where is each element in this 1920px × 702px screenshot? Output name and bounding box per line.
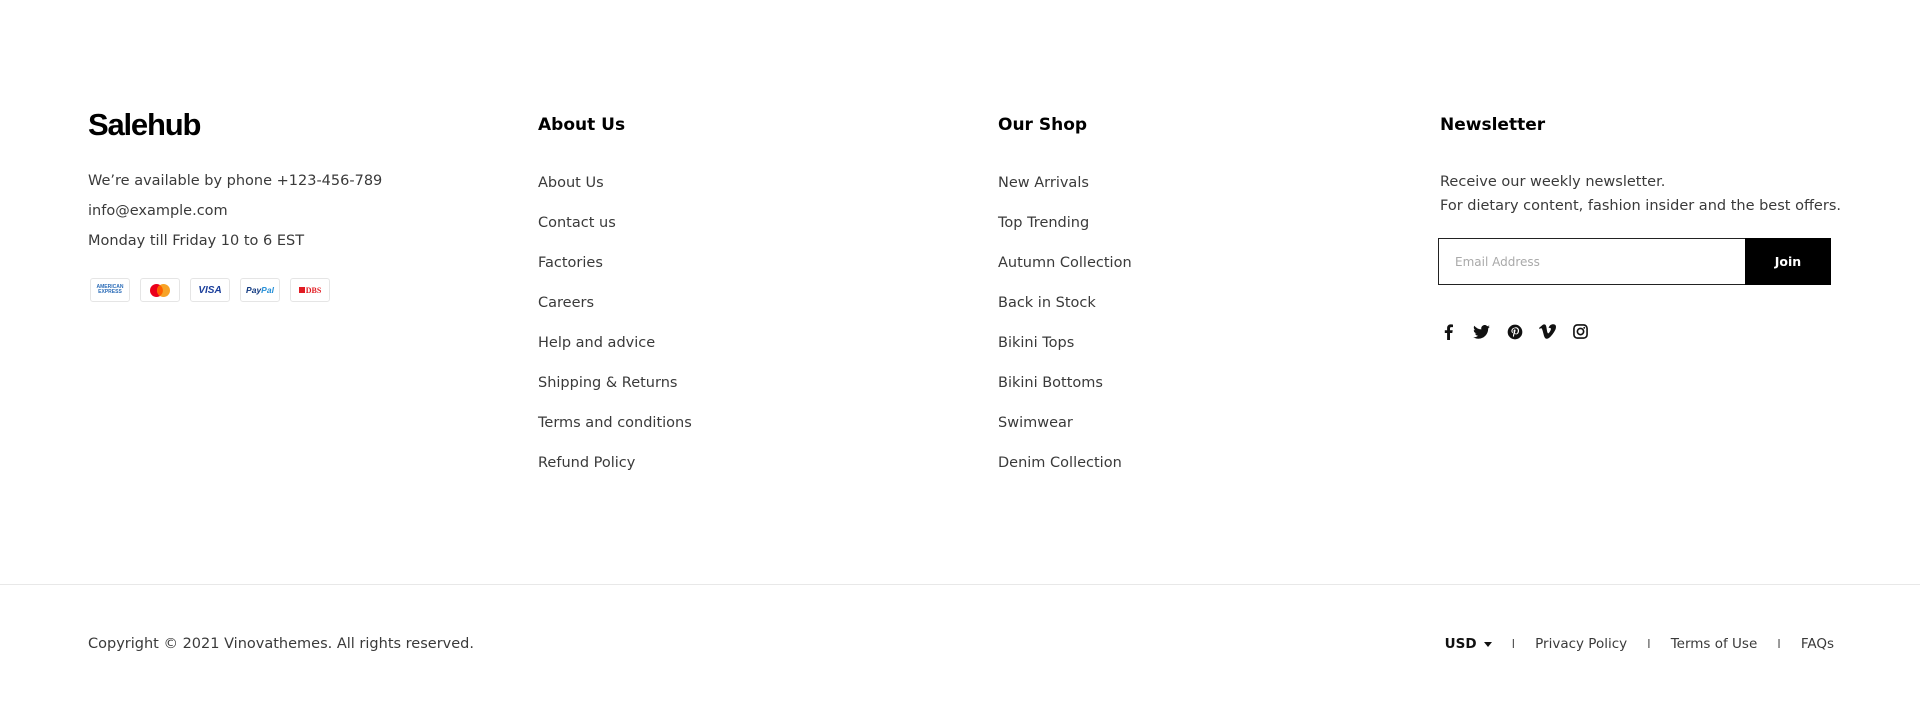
shop-link-bikini-bottoms[interactable]: Bikini Bottoms — [998, 363, 1378, 403]
social-links — [1439, 322, 1840, 341]
dbs-card-icon: DBS — [290, 278, 330, 302]
shop-links: New Arrivals Top Trending Autumn Collect… — [998, 163, 1378, 483]
instagram-icon[interactable] — [1571, 322, 1590, 341]
newsletter-column: Newsletter Receive our weekly newsletter… — [1438, 111, 1841, 341]
footer-main: Salehub We’re available by phone +123-45… — [0, 0, 1920, 585]
separator: I — [1777, 637, 1781, 651]
shop-link-back-in-stock[interactable]: Back in Stock — [998, 283, 1378, 323]
dbs-label: DBS — [305, 285, 322, 295]
brand-logo[interactable]: Salehub — [88, 109, 508, 140]
email-line[interactable]: info@example.com — [88, 196, 508, 226]
newsletter-email-input[interactable] — [1438, 238, 1745, 285]
terms-of-use-link[interactable]: Terms of Use — [1671, 636, 1758, 652]
shop-link-denim[interactable]: Denim Collection — [998, 443, 1378, 483]
shop-column: Our Shop New Arrivals Top Trending Autum… — [998, 111, 1378, 483]
newsletter-heading: Newsletter — [1440, 115, 1546, 135]
paypal-label-a: Pay — [246, 285, 262, 295]
about-link-refund[interactable]: Refund Policy — [538, 443, 918, 483]
paypal-card-icon: PayPal — [240, 278, 280, 302]
footer-bottom-links: USD I Privacy Policy I Terms of Use I FA… — [1445, 629, 1834, 659]
separator: I — [1647, 637, 1651, 651]
twitter-icon[interactable] — [1472, 322, 1491, 341]
about-link-help[interactable]: Help and advice — [538, 323, 918, 363]
about-link-shipping[interactable]: Shipping & Returns — [538, 363, 918, 403]
chevron-down-icon — [1483, 641, 1492, 647]
newsletter-form: Join — [1438, 238, 1831, 285]
separator: I — [1511, 637, 1516, 651]
amex-label-bottom: EXPRESS — [98, 289, 122, 295]
join-button[interactable]: Join — [1745, 238, 1831, 285]
shop-link-bikini-tops[interactable]: Bikini Tops — [998, 323, 1378, 363]
visa-card-icon: VISA — [190, 278, 230, 302]
mastercard-card-icon — [140, 278, 180, 302]
vimeo-icon[interactable] — [1538, 322, 1557, 341]
mastercard-logo — [150, 283, 170, 297]
about-links: About Us Contact us Factories Careers He… — [538, 163, 918, 483]
payment-methods: AMERICAN EXPRESS VISA PayPal DBS — [90, 278, 508, 302]
site-footer: Salehub We’re available by phone +123-45… — [0, 0, 1920, 701]
footer-bottom-bar: Copyright © 2021 Vinovathemes. All right… — [0, 585, 1920, 701]
about-heading: About Us — [538, 115, 626, 135]
visa-label: VISA — [198, 284, 222, 296]
phone-line: We’re available by phone +123-456-789 — [88, 173, 383, 189]
contact-column: Salehub We’re available by phone +123-45… — [88, 109, 508, 302]
about-link-contact-us[interactable]: Contact us — [538, 203, 918, 243]
about-link-careers[interactable]: Careers — [538, 283, 918, 323]
newsletter-line-1: Receive our weekly newsletter. — [1440, 174, 1666, 190]
contact-info: We’re available by phone +123-456-789 in… — [88, 166, 508, 256]
currency-selector[interactable]: USD — [1445, 636, 1492, 652]
shop-link-top-trending[interactable]: Top Trending — [998, 203, 1378, 243]
about-link-factories[interactable]: Factories — [538, 243, 918, 283]
about-link-about-us[interactable]: About Us — [538, 163, 918, 203]
shop-heading: Our Shop — [998, 115, 1088, 135]
paypal-label-b: Pal — [261, 285, 274, 295]
newsletter-line-2: For dietary content, fashion insider and… — [1440, 198, 1841, 214]
dbs-mark-icon — [298, 287, 305, 293]
hours-line: Monday till Friday 10 to 6 EST — [88, 233, 305, 249]
about-link-terms[interactable]: Terms and conditions — [538, 403, 918, 443]
about-column: About Us About Us Contact us Factories C… — [538, 111, 918, 483]
privacy-policy-link[interactable]: Privacy Policy — [1535, 636, 1627, 652]
copyright-text: Copyright © 2021 Vinovathemes. All right… — [88, 636, 474, 652]
amex-card-icon: AMERICAN EXPRESS — [90, 278, 130, 302]
shop-link-swimwear[interactable]: Swimwear — [998, 403, 1378, 443]
faqs-link[interactable]: FAQs — [1801, 636, 1834, 652]
newsletter-description: Receive our weekly newsletter. For dieta… — [1440, 170, 1841, 218]
pinterest-icon[interactable] — [1505, 322, 1524, 341]
currency-value: USD — [1444, 636, 1477, 652]
shop-link-autumn[interactable]: Autumn Collection — [998, 243, 1378, 283]
shop-link-new-arrivals[interactable]: New Arrivals — [998, 163, 1378, 203]
facebook-icon[interactable] — [1439, 322, 1458, 341]
